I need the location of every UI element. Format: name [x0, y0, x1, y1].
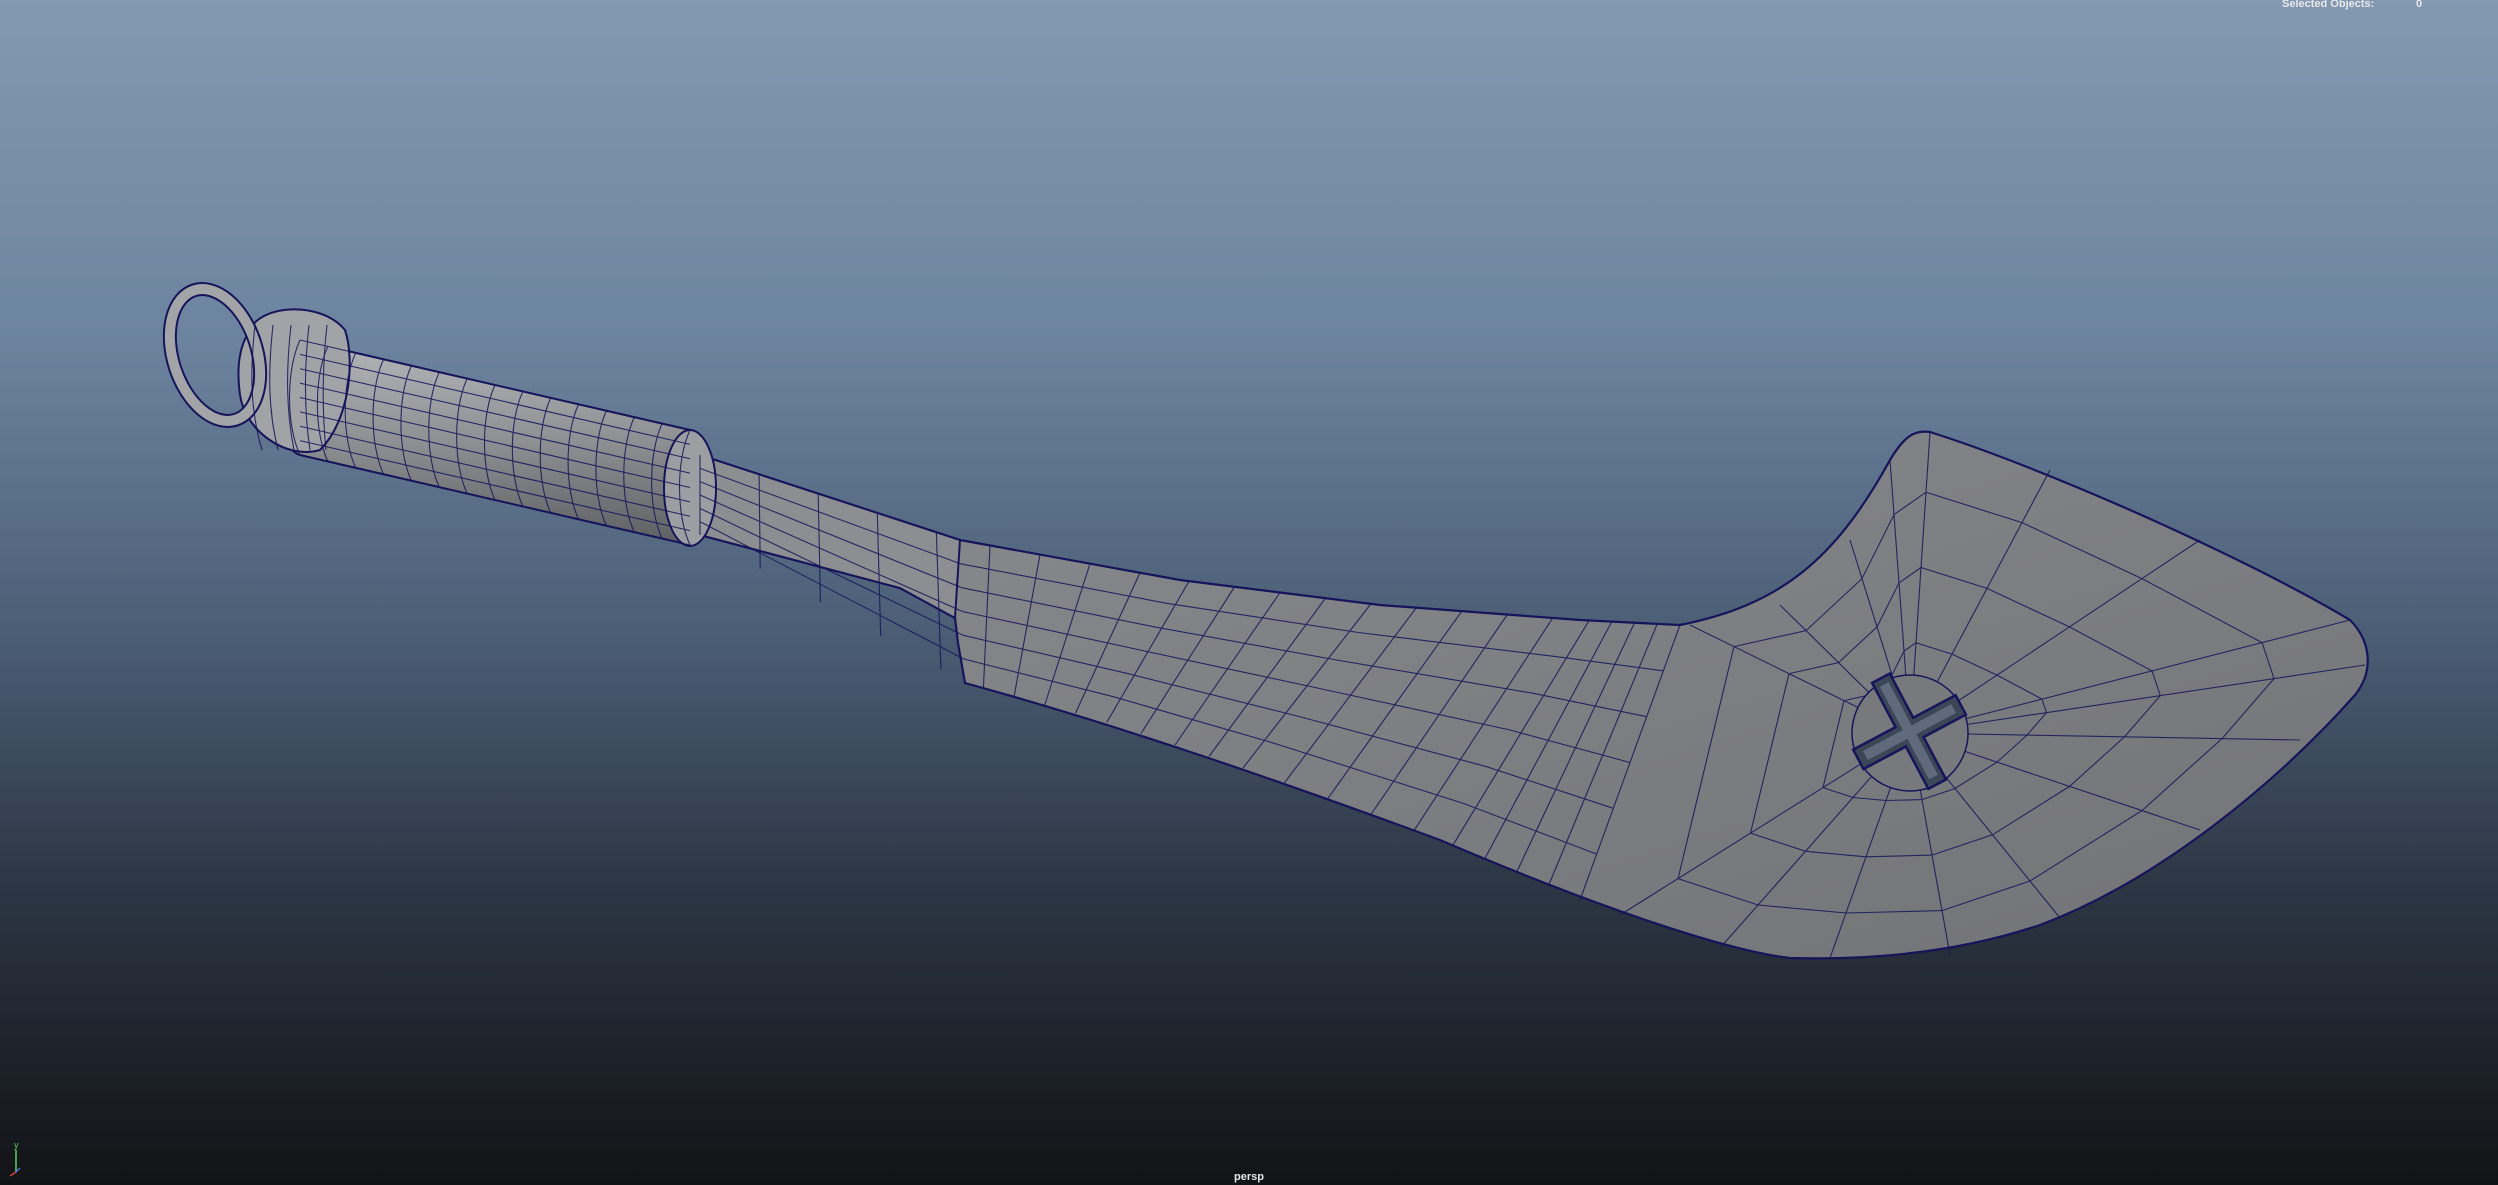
axis-y-label: y	[14, 1140, 19, 1150]
selected-objects-count: 0	[2416, 0, 2423, 10]
persp-viewport[interactable]: Selected Objects: 0 y persp	[0, 0, 2498, 1185]
machete-mesh[interactable]	[0, 0, 2498, 1185]
pommel-ring[interactable]	[154, 277, 276, 432]
camera-name-label: persp	[1234, 1171, 1264, 1183]
blade[interactable]	[698, 430, 2369, 960]
selected-objects-label: Selected Objects:	[2282, 0, 2375, 10]
